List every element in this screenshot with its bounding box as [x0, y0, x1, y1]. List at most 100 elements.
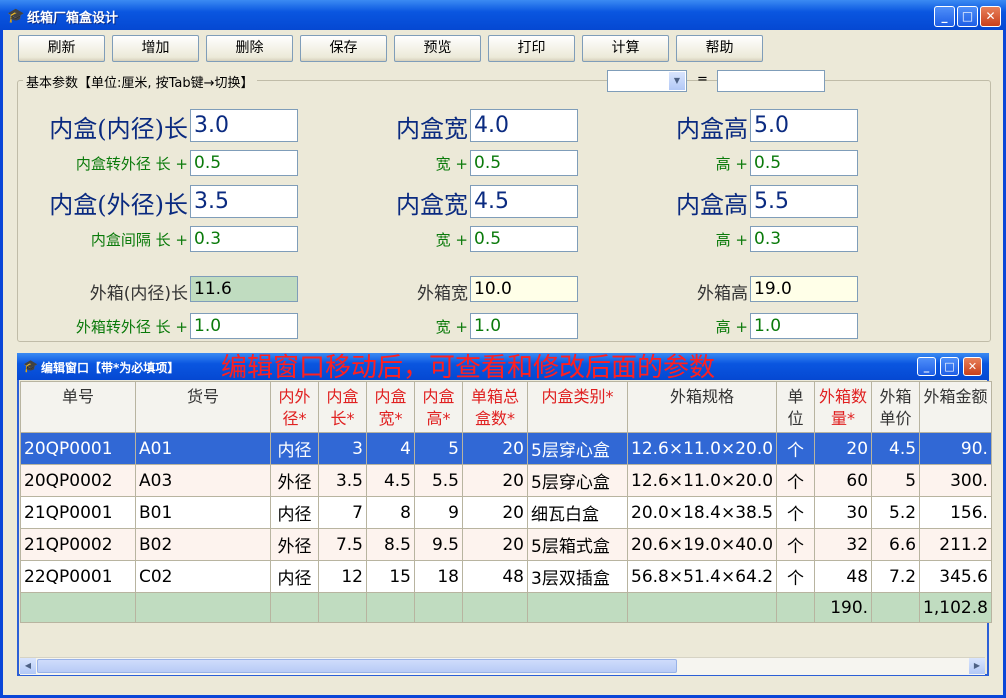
- inner-inner-width-field[interactable]: 4.0: [470, 109, 578, 142]
- cell-carton-spec[interactable]: 12.6×11.0×20.0: [626, 432, 778, 465]
- col-item-no[interactable]: 货号: [135, 381, 271, 433]
- cell-item-no[interactable]: A01: [135, 432, 271, 465]
- table-row[interactable]: 21QP0001 B01 内径 7 8 9 20 细瓦白盒 20.0×18.4×…: [20, 496, 992, 529]
- cell-unit[interactable]: 个: [776, 528, 816, 561]
- carton-inner-length-field[interactable]: 11.6: [190, 276, 298, 302]
- cell-carton-spec[interactable]: 20.0×18.4×38.5: [626, 496, 778, 529]
- cell-carton-price[interactable]: 5.2: [871, 496, 921, 529]
- print-button[interactable]: 打印: [488, 35, 575, 62]
- col-order-no[interactable]: 单号: [20, 381, 136, 433]
- help-button[interactable]: 帮助: [676, 35, 763, 62]
- cell-carton-spec[interactable]: 20.6×19.0×40.0: [626, 528, 778, 561]
- cell-boxes-per-carton[interactable]: 20: [462, 496, 528, 529]
- col-unit[interactable]: 单位: [776, 381, 816, 433]
- cell-carton-spec[interactable]: 12.6×11.0×20.0: [626, 464, 778, 497]
- cell-diameter-type[interactable]: 内径: [270, 560, 319, 593]
- cell-box-length[interactable]: 3.5: [318, 464, 367, 497]
- horizontal-scrollbar[interactable]: ◀ ▶: [20, 657, 985, 675]
- cell-box-width[interactable]: 4: [366, 432, 415, 465]
- carton-to-outer-length-field[interactable]: 1.0: [190, 313, 298, 339]
- carton-height-field[interactable]: 19.0: [750, 276, 858, 302]
- delete-button[interactable]: 删除: [206, 35, 293, 62]
- cell-box-width[interactable]: 4.5: [366, 464, 415, 497]
- cell-box-type[interactable]: 细瓦白盒: [527, 496, 628, 529]
- scroll-left-icon[interactable]: ◀: [20, 658, 36, 674]
- col-box-type[interactable]: 内盒类别*: [527, 381, 628, 433]
- cell-carton-spec[interactable]: 56.8×51.4×64.2: [626, 560, 778, 593]
- cell-item-no[interactable]: C02: [135, 560, 271, 593]
- edit-window-title-bar[interactable]: 🎓 编辑窗口【带*为必填项】 编辑窗口移动后，可查看和修改后面的参数 _ □ ✕: [17, 353, 989, 383]
- cell-carton-amount[interactable]: 300.: [919, 464, 992, 497]
- cell-box-width[interactable]: 15: [366, 560, 415, 593]
- cell-boxes-per-carton[interactable]: 48: [462, 560, 528, 593]
- cell-order-no[interactable]: 22QP0001: [20, 560, 136, 593]
- scroll-thumb[interactable]: [37, 659, 677, 673]
- carton-to-outer-width-field[interactable]: 1.0: [470, 313, 578, 339]
- table-row[interactable]: 22QP0001 C02 内径 12 15 18 48 3层双插盒 56.8×5…: [20, 560, 992, 593]
- cell-box-type[interactable]: 5层穿心盒: [527, 464, 628, 497]
- cell-boxes-per-carton[interactable]: 20: [462, 464, 528, 497]
- cell-carton-price[interactable]: 5: [871, 464, 921, 497]
- inner-gap-length-field[interactable]: 0.3: [190, 226, 298, 252]
- inner-outer-height-field[interactable]: 5.5: [750, 185, 858, 218]
- cell-carton-amount[interactable]: 211.2: [919, 528, 992, 561]
- col-boxes-per-carton[interactable]: 单箱总盒数*: [462, 381, 528, 433]
- cell-carton-amount[interactable]: 90.: [919, 432, 992, 465]
- cell-box-type[interactable]: 5层穿心盒: [527, 432, 628, 465]
- unit-combo[interactable]: ▼: [607, 70, 687, 92]
- col-carton-price[interactable]: 外箱单价: [871, 381, 921, 433]
- cell-box-height[interactable]: 18: [414, 560, 463, 593]
- cell-carton-qty[interactable]: 30: [814, 496, 873, 529]
- cell-diameter-type[interactable]: 外径: [270, 464, 319, 497]
- cell-order-no[interactable]: 21QP0002: [20, 528, 136, 561]
- cell-item-no[interactable]: B01: [135, 496, 271, 529]
- inner-inner-length-field[interactable]: 3.0: [190, 109, 298, 142]
- cell-carton-price[interactable]: 7.2: [871, 560, 921, 593]
- calculate-button[interactable]: 计算: [582, 35, 669, 62]
- cell-carton-qty[interactable]: 48: [814, 560, 873, 593]
- col-carton-amount[interactable]: 外箱金额: [919, 381, 992, 433]
- cell-unit[interactable]: 个: [776, 464, 816, 497]
- cell-unit[interactable]: 个: [776, 496, 816, 529]
- cell-box-width[interactable]: 8: [366, 496, 415, 529]
- close-button[interactable]: ✕: [980, 6, 1001, 27]
- cell-carton-price[interactable]: 4.5: [871, 432, 921, 465]
- cell-box-height[interactable]: 9: [414, 496, 463, 529]
- cell-box-type[interactable]: 3层双插盒: [527, 560, 628, 593]
- cell-diameter-type[interactable]: 内径: [270, 432, 319, 465]
- edit-minimize-button[interactable]: _: [917, 357, 936, 376]
- cell-unit[interactable]: 个: [776, 432, 816, 465]
- col-carton-spec[interactable]: 外箱规格: [626, 381, 778, 433]
- cell-box-length[interactable]: 12: [318, 560, 367, 593]
- col-carton-qty[interactable]: 外箱数量*: [814, 381, 873, 433]
- cell-unit[interactable]: 个: [776, 560, 816, 593]
- cell-diameter-type[interactable]: 外径: [270, 528, 319, 561]
- col-box-length[interactable]: 内盒长*: [318, 381, 367, 433]
- edit-close-button[interactable]: ✕: [963, 357, 982, 376]
- inner-gap-height-field[interactable]: 0.3: [750, 226, 858, 252]
- cell-box-length[interactable]: 7.5: [318, 528, 367, 561]
- minimize-button[interactable]: _: [934, 6, 955, 27]
- cell-box-length[interactable]: 7: [318, 496, 367, 529]
- cell-item-no[interactable]: B02: [135, 528, 271, 561]
- carton-to-outer-height-field[interactable]: 1.0: [750, 313, 858, 339]
- cell-carton-qty[interactable]: 32: [814, 528, 873, 561]
- cell-carton-amount[interactable]: 156.: [919, 496, 992, 529]
- preview-button[interactable]: 预览: [394, 35, 481, 62]
- cell-order-no[interactable]: 20QP0001: [20, 432, 136, 465]
- cell-boxes-per-carton[interactable]: 20: [462, 528, 528, 561]
- inner-to-outer-width-field[interactable]: 0.5: [470, 150, 578, 176]
- cell-boxes-per-carton[interactable]: 20: [462, 432, 528, 465]
- inner-inner-height-field[interactable]: 5.0: [750, 109, 858, 142]
- col-box-width[interactable]: 内盒宽*: [366, 381, 415, 433]
- cell-item-no[interactable]: A03: [135, 464, 271, 497]
- inner-outer-length-field[interactable]: 3.5: [190, 185, 298, 218]
- cell-box-type[interactable]: 5层箱式盒: [527, 528, 628, 561]
- cell-carton-qty[interactable]: 60: [814, 464, 873, 497]
- inner-outer-width-field[interactable]: 4.5: [470, 185, 578, 218]
- add-button[interactable]: 增加: [112, 35, 199, 62]
- cell-box-width[interactable]: 8.5: [366, 528, 415, 561]
- refresh-button[interactable]: 刷新: [18, 35, 105, 62]
- cell-order-no[interactable]: 20QP0002: [20, 464, 136, 497]
- cell-carton-amount[interactable]: 345.6: [919, 560, 992, 593]
